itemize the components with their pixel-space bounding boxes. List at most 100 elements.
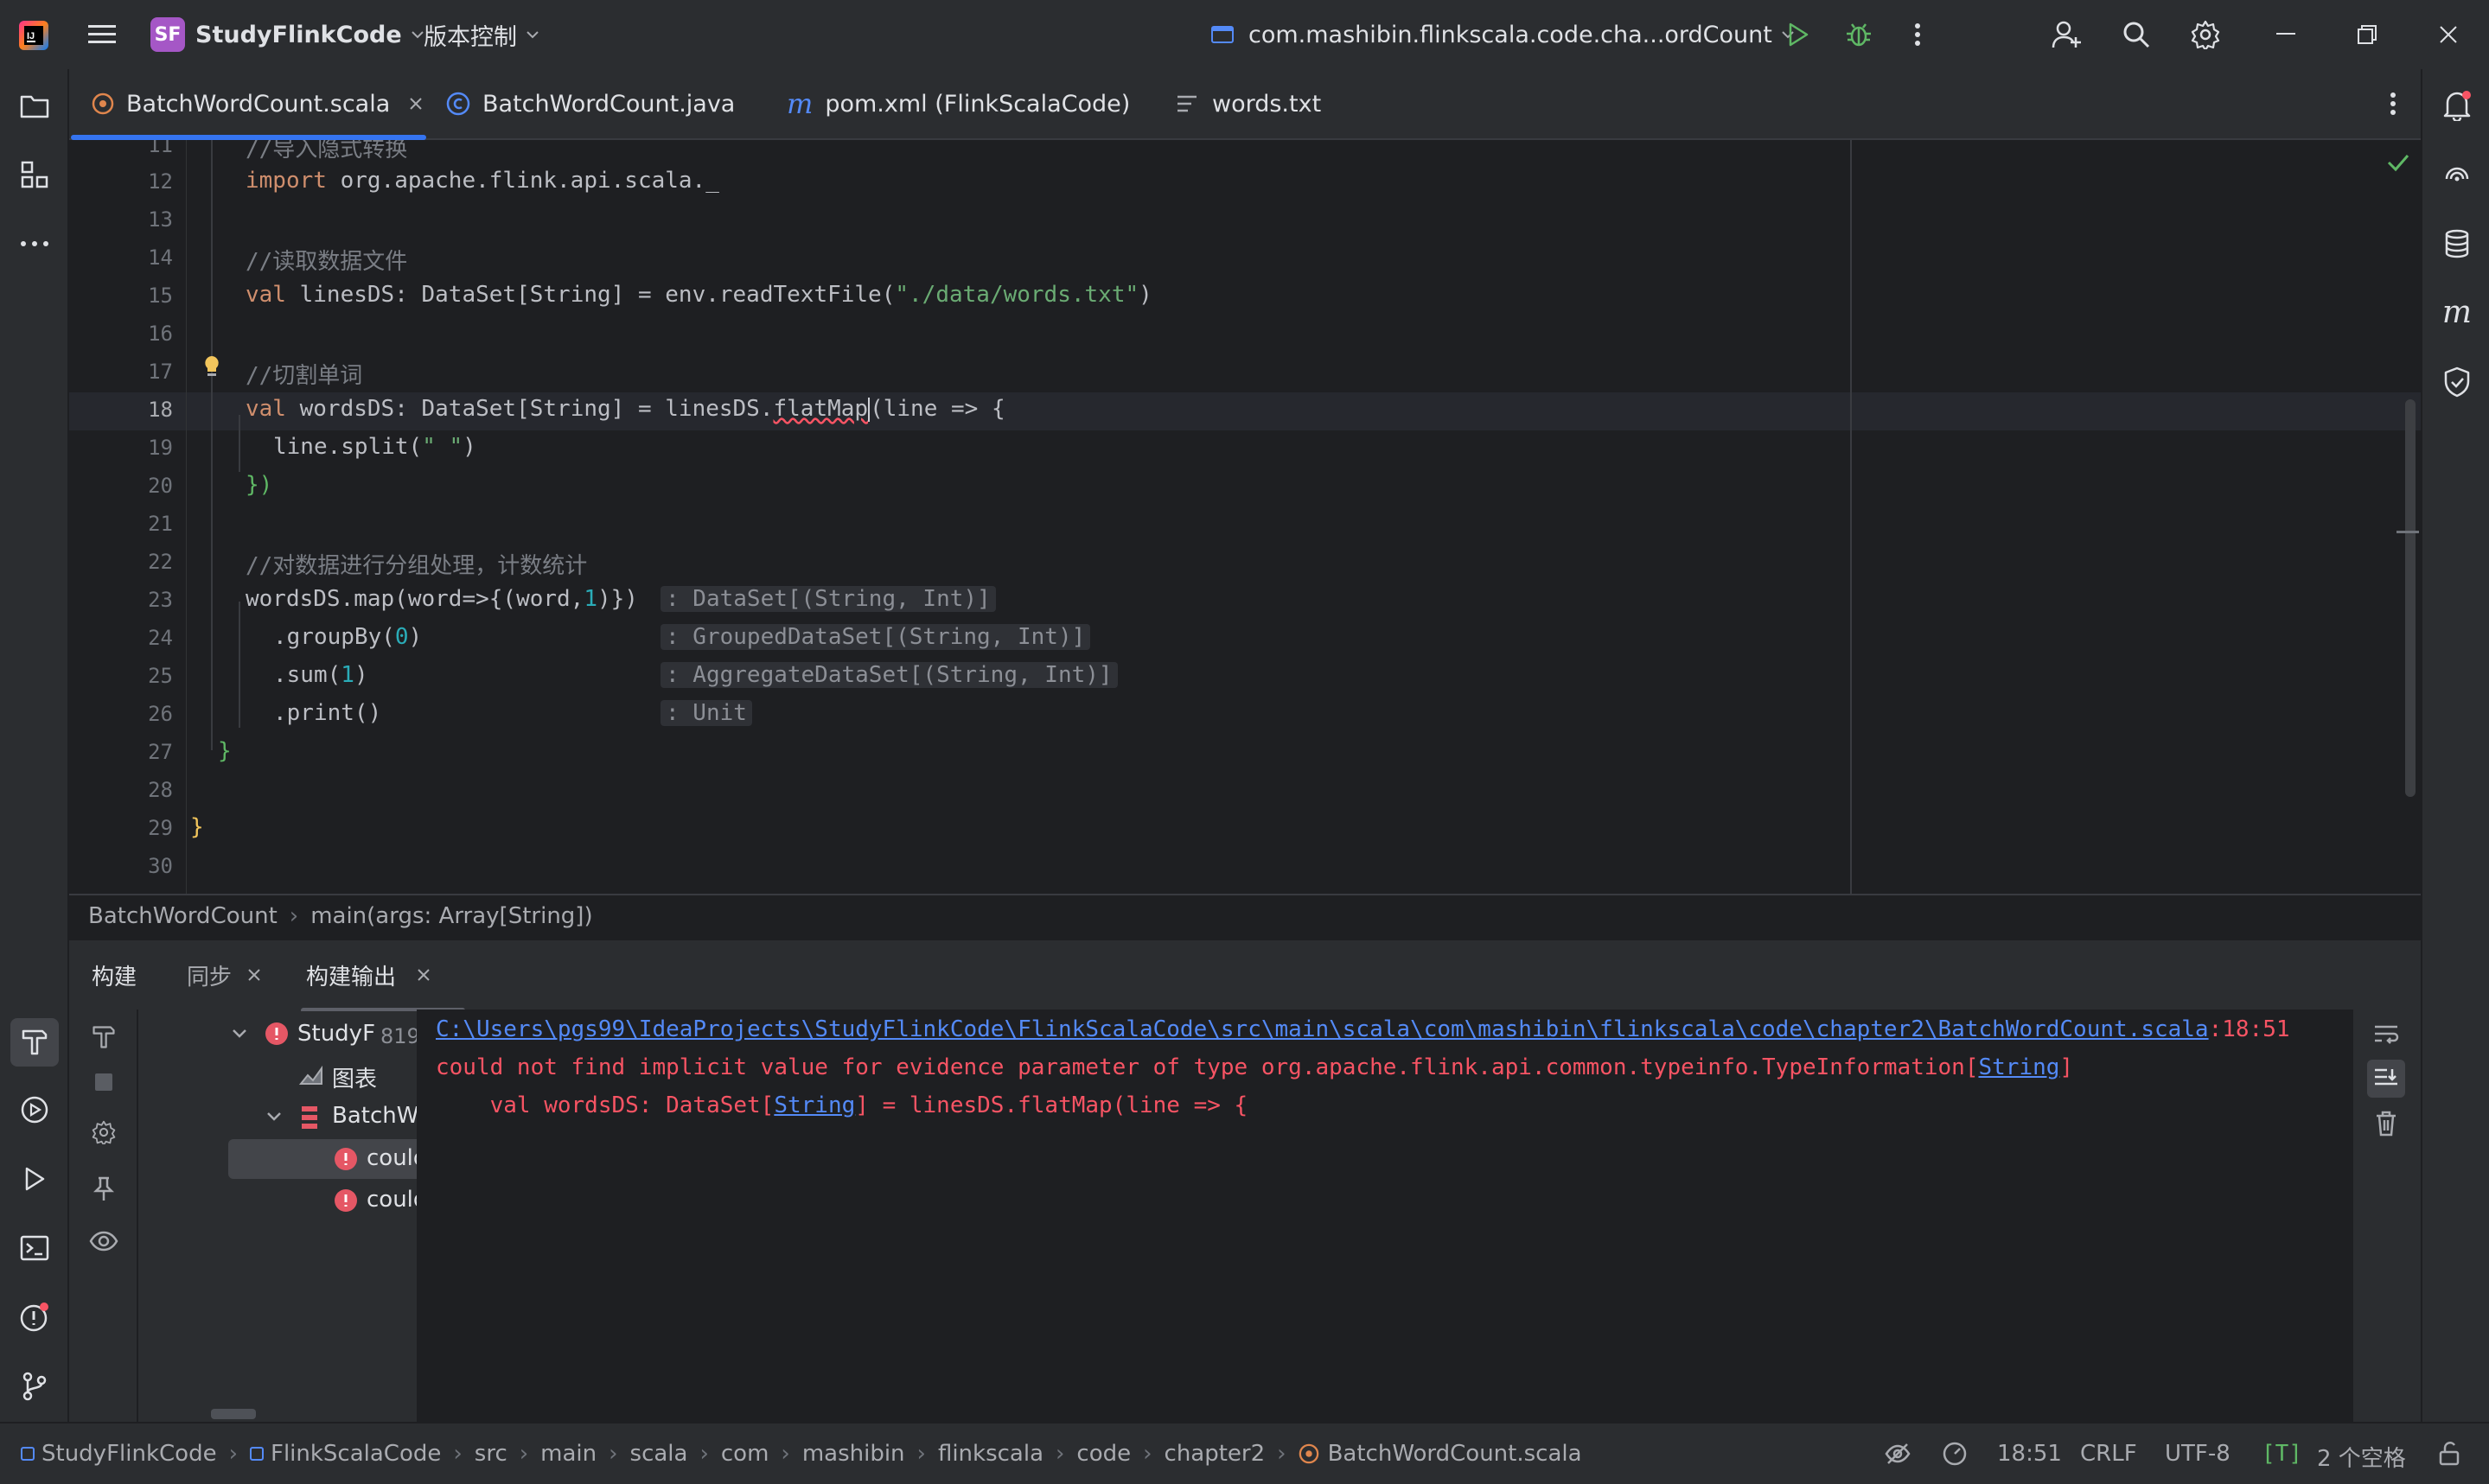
- structure-tool-button[interactable]: [16, 156, 54, 194]
- line-number: 23: [148, 588, 173, 612]
- line-number: 12: [148, 169, 173, 194]
- nav-crumb[interactable]: flinkscala: [938, 1441, 1043, 1467]
- error-icon: [335, 1148, 357, 1170]
- editor-scrollbar[interactable]: [2405, 399, 2416, 797]
- run-tool-button[interactable]: [16, 1160, 54, 1198]
- chevron-right-icon: ›: [1143, 1441, 1152, 1467]
- maven-button[interactable]: m: [2438, 294, 2476, 332]
- security-button[interactable]: [2438, 363, 2476, 401]
- gear-icon: [2191, 20, 2220, 49]
- more-actions-button[interactable]: [1902, 17, 1933, 52]
- build-tool-button[interactable]: [10, 1018, 59, 1067]
- source-path-link[interactable]: C:\Users\pgs99\IdeaProjects\StudyFlinkCo…: [436, 1016, 2209, 1042]
- more-tools-button[interactable]: [16, 225, 54, 263]
- tab-batchwordcount-java[interactable]: BatchWordCount.java: [446, 69, 735, 138]
- project-name: StudyFlinkCode: [195, 21, 402, 48]
- tab-build-output[interactable]: 构建输出: [301, 940, 467, 1013]
- lightbulb-icon[interactable]: [202, 354, 221, 379]
- problems-tool-button[interactable]: [16, 1298, 54, 1336]
- nav-crumb[interactable]: src: [475, 1441, 507, 1467]
- code-line: import org.apache.flink.api.scala._: [246, 168, 719, 194]
- close-icon: [2440, 26, 2457, 43]
- inspection-ok-icon[interactable]: [2386, 152, 2410, 173]
- build-settings-button[interactable]: [85, 1113, 123, 1151]
- services-tool-button[interactable]: [16, 1091, 54, 1129]
- nav-crumb[interactable]: BatchWordCount.scala: [1328, 1441, 1582, 1467]
- type-link[interactable]: String: [1978, 1054, 2059, 1080]
- chevron-down-icon[interactable]: [266, 1111, 282, 1122]
- close-icon[interactable]: [247, 968, 261, 982]
- close-icon[interactable]: [409, 97, 423, 111]
- output-line: val wordsDS: DataSet[String] = linesDS.f…: [436, 1092, 1248, 1118]
- caret-position[interactable]: 18:51: [1997, 1441, 2062, 1467]
- breadcrumb-class[interactable]: BatchWordCount: [88, 903, 278, 929]
- stop-button[interactable]: [85, 1063, 123, 1101]
- tab-pom-xml[interactable]: m pom.xml (FlinkScalaCode): [787, 69, 1130, 138]
- pin-tab-button[interactable]: [85, 1170, 123, 1208]
- nav-crumb[interactable]: StudyFlinkCode: [41, 1441, 217, 1467]
- indent-guide: [211, 140, 213, 750]
- code-line: line.split(" "): [273, 434, 476, 460]
- scroll-to-end-button[interactable]: [2367, 1060, 2405, 1098]
- app-logo-icon[interactable]: IJ: [17, 19, 50, 52]
- type-link[interactable]: String: [774, 1092, 855, 1118]
- restore-icon: [2358, 25, 2377, 44]
- close-window-button[interactable]: [2429, 17, 2467, 52]
- build-output-console[interactable]: C:\Users\pgs99\IdeaProjects\StudyFlinkCo…: [417, 1010, 2353, 1423]
- run-button[interactable]: [1781, 17, 1816, 52]
- project-tool-button[interactable]: [16, 86, 54, 124]
- nav-crumb[interactable]: com: [721, 1441, 769, 1467]
- chevron-down-icon[interactable]: [232, 1029, 247, 1039]
- file-type-icon[interactable]: [T]: [2262, 1441, 2302, 1467]
- tab-build[interactable]: 构建: [92, 940, 137, 1010]
- breadcrumb-method[interactable]: main(args: Array[String]): [310, 903, 592, 929]
- project-switcher[interactable]: SF StudyFlinkCode: [150, 0, 424, 69]
- ai-assistant-button[interactable]: [2438, 156, 2476, 194]
- soft-wrap-button[interactable]: [2367, 1016, 2405, 1054]
- read-only-lock-icon[interactable]: [2438, 1441, 2460, 1467]
- vcs-menu[interactable]: 版本控制: [424, 0, 539, 69]
- git-tool-button[interactable]: [16, 1367, 54, 1405]
- build-toolbar: [69, 1010, 138, 1423]
- main-menu-icon[interactable]: [83, 17, 121, 52]
- tab-batchwordcount-scala[interactable]: BatchWordCount.scala: [69, 69, 426, 140]
- type-hint: : DataSet[(String, Int)]: [661, 586, 996, 612]
- database-button[interactable]: [2438, 225, 2476, 263]
- file-encoding[interactable]: UTF-8: [2165, 1441, 2231, 1467]
- java-class-icon: [446, 92, 470, 116]
- show-warnings-button[interactable]: [85, 1222, 123, 1260]
- code-line: .sum(1): [273, 662, 368, 688]
- rebuild-button[interactable]: [85, 1018, 123, 1056]
- chevron-right-icon: ›: [228, 1441, 238, 1467]
- tab-label: BatchWordCount.java: [482, 90, 736, 118]
- nav-crumb[interactable]: FlinkScalaCode: [271, 1441, 441, 1467]
- run-config-selector[interactable]: com.mashibin.flinkscala.code.cha...ordCo…: [1210, 0, 1795, 69]
- tab-sync[interactable]: 同步: [187, 940, 261, 1010]
- inspection-widget-icon[interactable]: [1942, 1441, 1968, 1467]
- scroll-marker: [2396, 531, 2419, 533]
- indent-setting[interactable]: 2 个空格: [2317, 1441, 2406, 1473]
- close-icon[interactable]: [417, 968, 431, 982]
- settings-button[interactable]: [2187, 17, 2224, 52]
- line-separator[interactable]: CRLF: [2080, 1441, 2137, 1467]
- tab-label: words.txt: [1212, 90, 1322, 118]
- nav-crumb[interactable]: chapter2: [1165, 1441, 1266, 1467]
- clear-output-button[interactable]: [2367, 1105, 2405, 1143]
- debug-button[interactable]: [1841, 17, 1876, 52]
- power-save-icon[interactable]: [1885, 1441, 1911, 1467]
- tab-words-txt[interactable]: words.txt: [1176, 69, 1321, 138]
- nav-crumb[interactable]: scala: [630, 1441, 688, 1467]
- tab-options-button[interactable]: [2377, 86, 2409, 121]
- terminal-tool-button[interactable]: [16, 1229, 54, 1267]
- search-everywhere-button[interactable]: [2118, 17, 2154, 52]
- notifications-button[interactable]: [2438, 86, 2476, 124]
- code-editor[interactable]: 11 12 13 14 15 16 17 18 19 20 21 22 23 2…: [69, 140, 2421, 894]
- minimize-button[interactable]: [2267, 17, 2305, 52]
- nav-crumb[interactable]: mashibin: [802, 1441, 905, 1467]
- tree-hscrollbar[interactable]: [211, 1409, 256, 1419]
- restore-button[interactable]: [2348, 17, 2386, 52]
- code-with-me-button[interactable]: [2049, 17, 2085, 52]
- more-horizontal-icon: [21, 241, 48, 246]
- nav-crumb[interactable]: code: [1076, 1441, 1131, 1467]
- nav-crumb[interactable]: main: [540, 1441, 597, 1467]
